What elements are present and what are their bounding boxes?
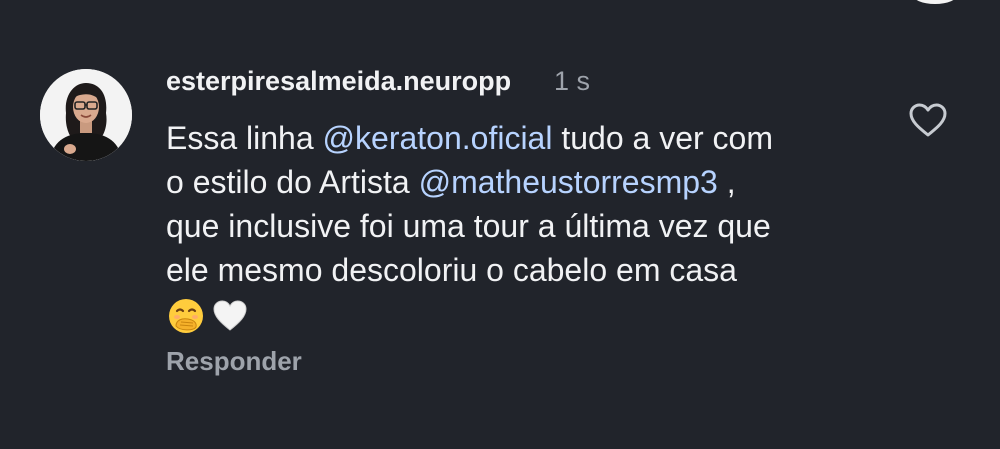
comment-emojis (166, 294, 886, 338)
comment-text: Essa linha @keraton.oficial tudo a ver c… (166, 116, 886, 338)
reply-button[interactable]: Responder (166, 344, 302, 378)
avatar[interactable] (40, 69, 132, 161)
heart-outline-icon[interactable] (907, 100, 949, 140)
comment-item: esterpiresalmeida.neuropp 1 s Essa linha… (0, 0, 1000, 449)
comment-line-4: ele mesmo descoloriu o cabelo em casa (166, 252, 737, 288)
comment-timestamp: 1 s (554, 66, 591, 96)
comment-text-segment: Essa linha (166, 120, 323, 156)
comment-line-1: Essa linha @keraton.oficial tudo a ver c… (166, 116, 886, 160)
comment-text-segment: , (717, 164, 736, 200)
comment-line-3: que inclusive foi uma tour a última vez … (166, 208, 771, 244)
comment-text-segment: tudo a ver com (552, 120, 773, 156)
comment-username[interactable]: esterpiresalmeida.neuropp (166, 63, 511, 99)
face-with-hand-over-mouth-emoji (169, 299, 203, 333)
mention-link-matheustorres[interactable]: @matheustorresmp3 (419, 164, 718, 200)
mention-link-keraton[interactable]: @keraton.oficial (323, 120, 553, 156)
comment-text-segment: o estilo do Artista (166, 164, 419, 200)
white-heart-emoji (213, 300, 247, 331)
comment-line-2: o estilo do Artista @matheustorresmp3 , (166, 160, 886, 204)
